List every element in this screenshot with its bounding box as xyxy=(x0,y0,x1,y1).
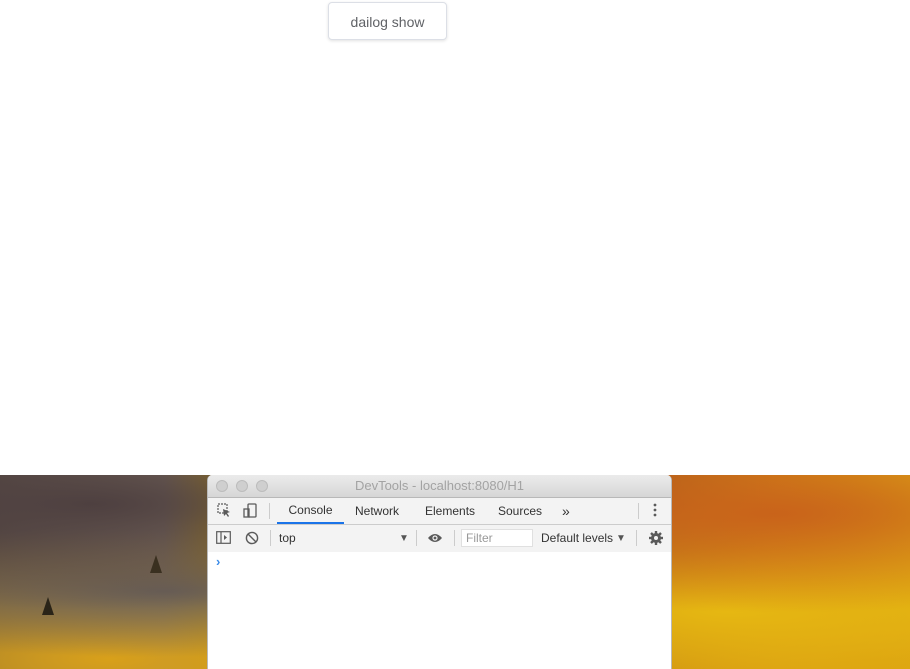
filter-input[interactable]: Filter xyxy=(461,529,533,547)
tab-network[interactable]: Network xyxy=(355,498,399,524)
console-output[interactable]: › xyxy=(208,552,671,669)
console-prompt-icon: › xyxy=(216,554,221,569)
gear-icon[interactable] xyxy=(648,530,664,549)
inspect-element-icon[interactable] xyxy=(217,503,232,521)
console-sidebar-icon[interactable] xyxy=(216,531,231,547)
tab-elements[interactable]: Elements xyxy=(425,498,475,524)
devtools-titlebar: DevTools - localhost:8080/H1 xyxy=(208,475,671,498)
divider xyxy=(270,530,271,546)
tree-decoration xyxy=(42,597,54,615)
divider xyxy=(416,530,417,546)
dialog-show-button[interactable]: dailog show xyxy=(328,2,447,40)
live-expression-icon[interactable] xyxy=(427,532,443,547)
tree-decoration xyxy=(150,555,162,573)
tab-console[interactable]: Console xyxy=(277,498,344,524)
divider xyxy=(636,530,637,546)
devtools-window: DevTools - localhost:8080/H1 Console Net… xyxy=(207,475,672,669)
levels-select[interactable]: Default levels xyxy=(541,525,613,552)
kebab-menu-icon[interactable] xyxy=(653,502,657,521)
divider xyxy=(454,530,455,546)
devtools-title: DevTools - localhost:8080/H1 xyxy=(354,478,525,493)
devtools-tabbar: Console Network Elements Sources » xyxy=(208,498,671,525)
more-tabs-button[interactable]: » xyxy=(562,498,570,524)
page-area: dailog show xyxy=(0,0,910,475)
chevron-down-icon[interactable]: ▼ xyxy=(616,525,626,552)
divider xyxy=(638,503,639,519)
divider xyxy=(269,503,270,519)
tab-sources[interactable]: Sources xyxy=(498,498,542,524)
console-toolbar: top ▼ Filter Default levels ▼ xyxy=(208,525,671,553)
device-toolbar-icon[interactable] xyxy=(243,503,258,521)
clear-console-icon[interactable] xyxy=(245,531,259,548)
chevron-down-icon[interactable]: ▼ xyxy=(399,525,409,552)
context-select[interactable]: top xyxy=(279,525,296,552)
